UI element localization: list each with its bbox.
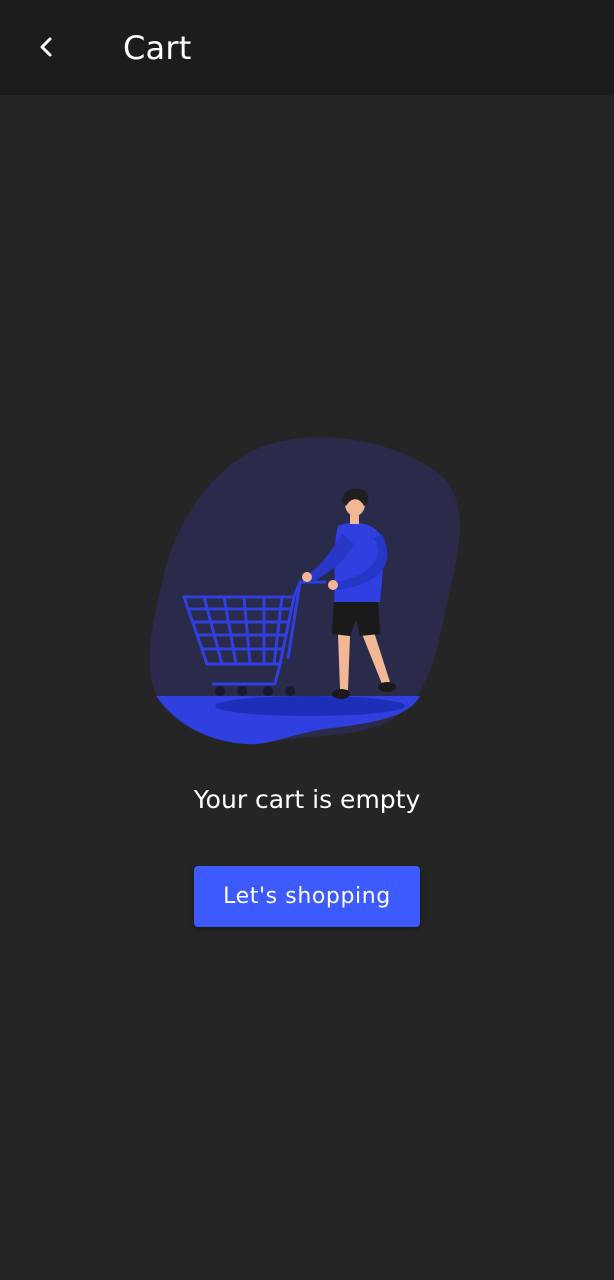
empty-cart-message: Your cart is empty [193, 785, 421, 814]
back-button[interactable] [28, 28, 66, 66]
app-bar: Cart [0, 0, 614, 95]
lets-shopping-button[interactable]: Let's shopping [194, 866, 420, 927]
empty-cart-illustration [150, 437, 460, 745]
page-title: Cart [123, 29, 192, 67]
chevron-left-icon [40, 37, 52, 57]
